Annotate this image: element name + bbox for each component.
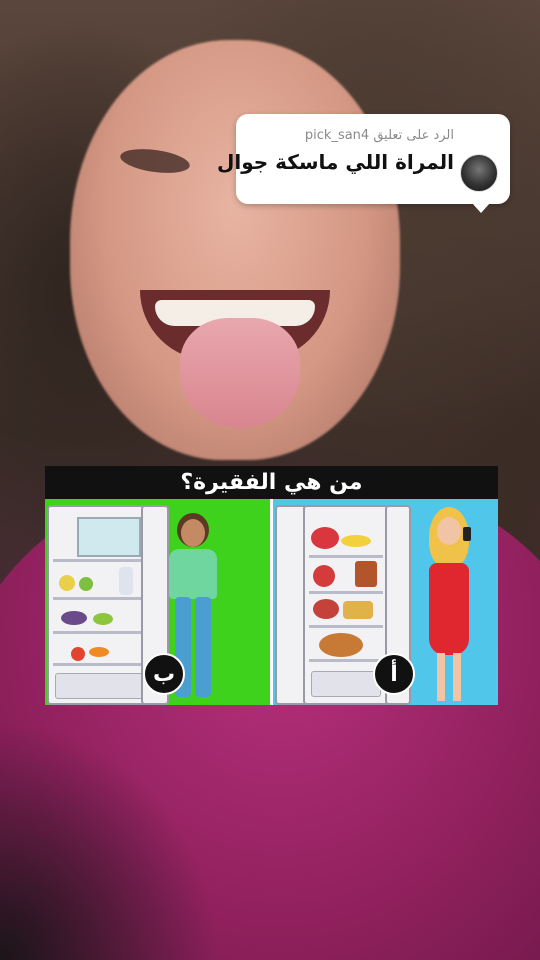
tongue: [180, 318, 300, 428]
option-b-badge: ب: [143, 653, 185, 695]
reply-header: الرد على تعليق pick_san4: [304, 128, 454, 143]
shadow-corner: [0, 720, 220, 960]
quiz-panel-right: أ: [273, 499, 498, 705]
reply-comment-text: المراة اللي ماسكة جوال: [216, 150, 454, 174]
option-a-badge: أ: [373, 653, 415, 695]
reply-comment-sticker[interactable]: الرد على تعليق pick_san4 المراة اللي ماس…: [217, 114, 510, 213]
commenter-avatar: [460, 154, 498, 192]
freezer-box: [77, 517, 141, 557]
quiz-image: من هي الفقيرة؟ ب أ: [45, 466, 498, 705]
quiz-panel-left: ب: [45, 499, 270, 705]
quiz-title: من هي الفقيرة؟: [180, 470, 363, 495]
woman-red-dress: [421, 507, 481, 703]
quiz-title-bar: من هي الفقيرة؟: [45, 466, 498, 499]
phone-icon: [463, 527, 471, 541]
